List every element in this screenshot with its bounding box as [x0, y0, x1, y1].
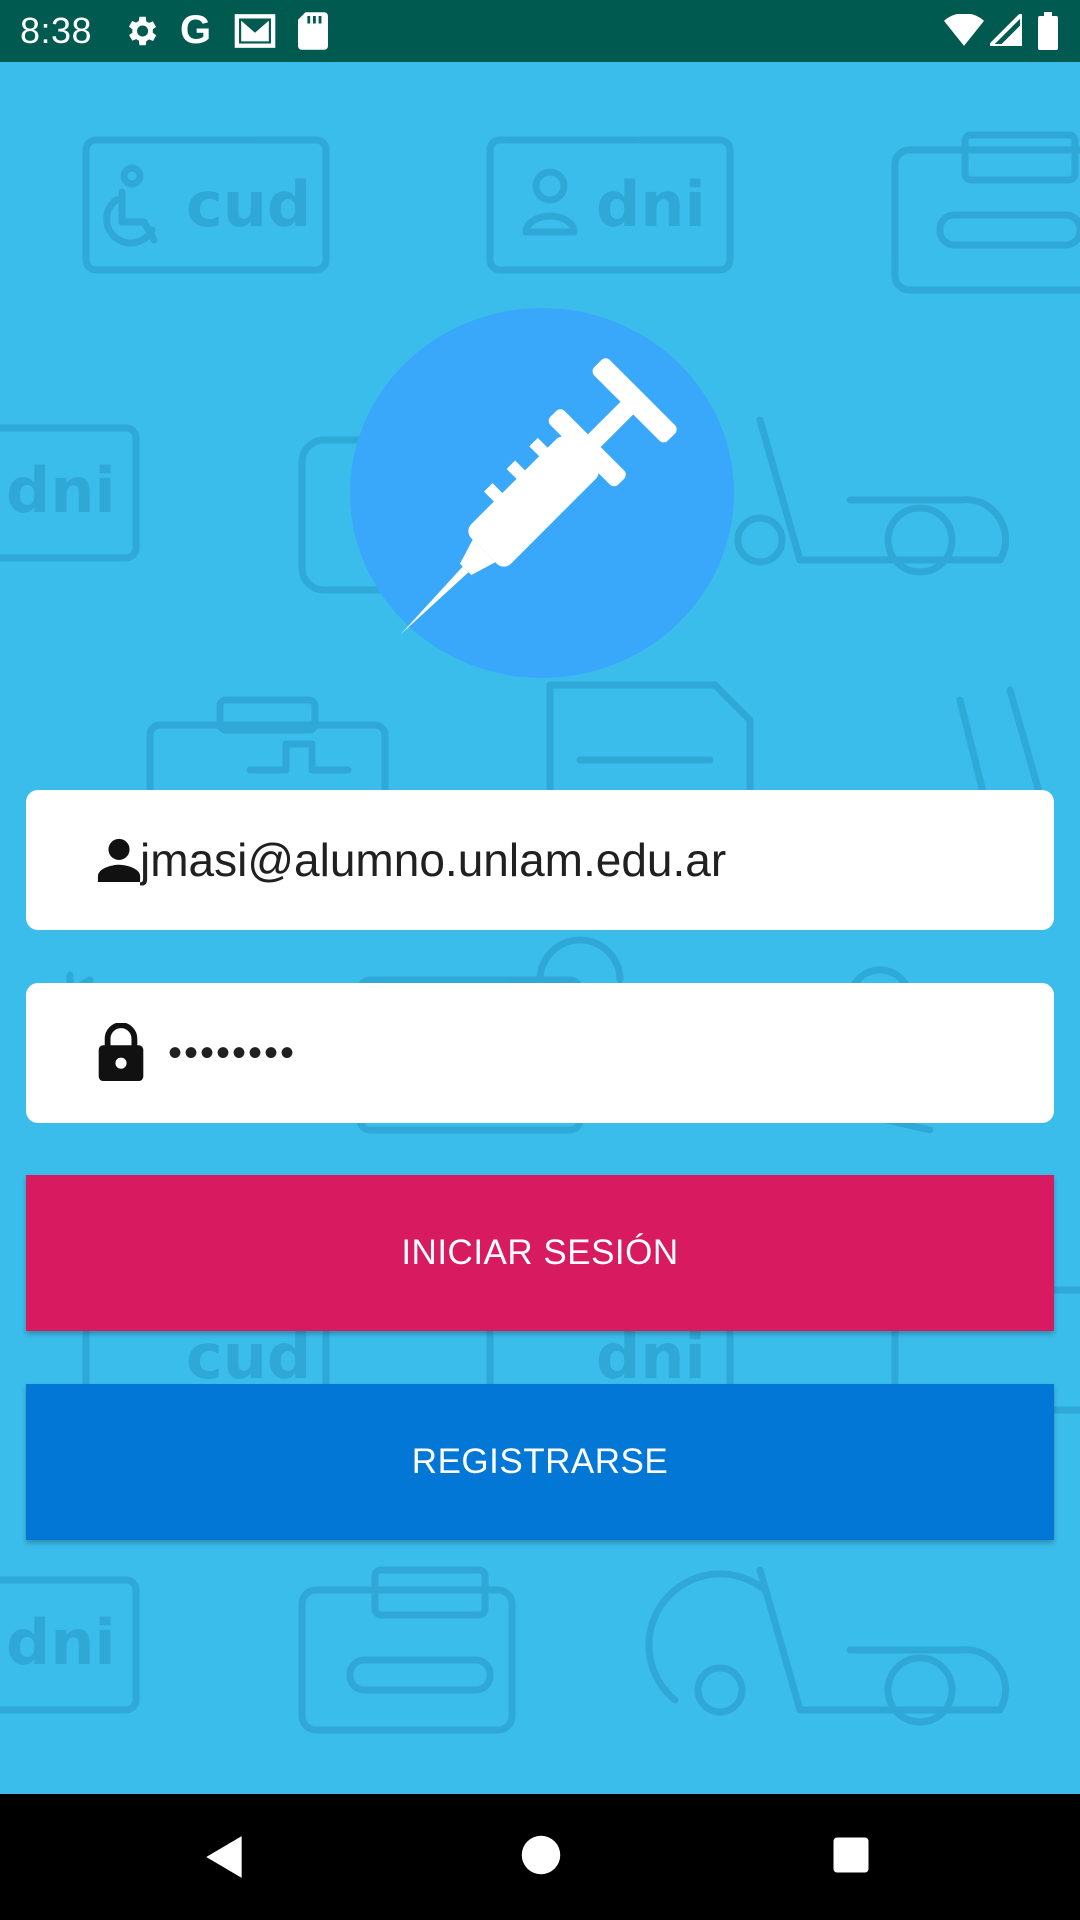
status-time: 8:38: [20, 10, 93, 51]
email-input[interactable]: [140, 790, 1020, 930]
status-bar: 8:38 G: [0, 0, 1080, 62]
password-field[interactable]: ••••••••: [26, 983, 1054, 1123]
syringe-icon: [400, 358, 677, 635]
person-icon: [96, 836, 142, 887]
app-logo: [350, 308, 734, 678]
pattern-label-dni: dni: [596, 168, 706, 241]
recents-icon[interactable]: [830, 1834, 872, 1881]
home-icon[interactable]: [520, 1834, 562, 1881]
battery-icon: [1038, 12, 1058, 55]
back-icon[interactable]: [200, 1832, 250, 1887]
sd-card-icon: [298, 12, 328, 55]
gear-icon: [122, 12, 160, 55]
email-field[interactable]: [26, 790, 1054, 930]
login-button[interactable]: INICIAR SESIÓN: [26, 1175, 1054, 1331]
signal-icon: [985, 9, 1024, 51]
navigation-bar: [0, 1794, 1080, 1920]
wifi-icon: [944, 13, 984, 51]
password-input[interactable]: ••••••••: [168, 983, 296, 1123]
pattern-label-cud: cud: [186, 168, 311, 241]
pattern-label-dni: dni: [6, 454, 116, 527]
google-icon: G: [180, 8, 212, 52]
register-button[interactable]: REGISTRARSE: [26, 1384, 1054, 1540]
lock-icon: [98, 1022, 144, 1086]
gmail-icon: [234, 12, 276, 55]
pattern-label-dni: dni: [6, 1606, 116, 1679]
